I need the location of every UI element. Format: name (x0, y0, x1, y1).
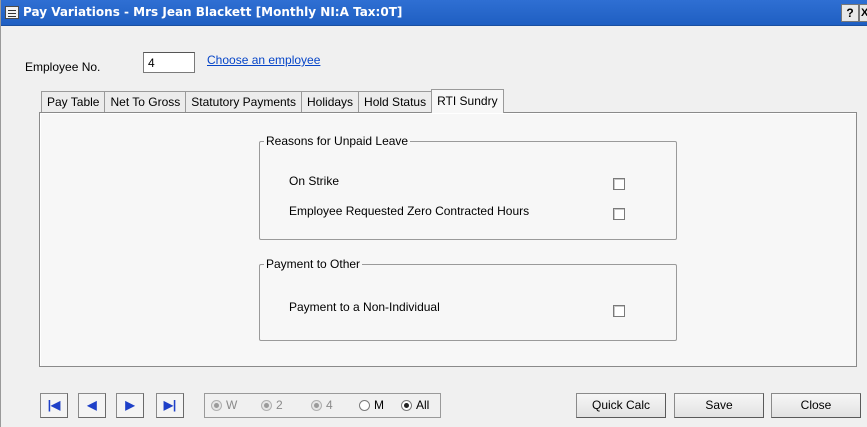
previous-record-button[interactable]: ◀ (78, 393, 106, 418)
payment-to-other-group: Payment to Other (259, 257, 677, 341)
radio-circle-icon (211, 399, 222, 411)
last-record-button[interactable]: ▶| (156, 393, 184, 418)
payment-to-other-legend: Payment to Other (266, 257, 361, 271)
pay-variations-window: Pay Variations - Mrs Jean Blackett [Mont… (0, 0, 867, 427)
on-strike-label: On Strike (289, 174, 340, 188)
tab-rti-sundry[interactable]: RTI Sundry (431, 89, 504, 113)
frequency-radio-weekly[interactable]: W (211, 398, 237, 412)
frequency-radio-monthly[interactable]: M (359, 398, 384, 412)
on-strike-checkbox[interactable] (613, 178, 625, 190)
window-close-button[interactable]: X (859, 4, 867, 22)
rti-sundry-panel: Reasons for Unpaid Leave On Strike Emplo… (39, 112, 857, 367)
window-app-icon (5, 6, 19, 19)
next-record-button[interactable]: ▶ (116, 393, 144, 418)
unpaid-leave-legend: Reasons for Unpaid Leave (266, 134, 409, 148)
pay-frequency-filter: W 2 4 M All (204, 393, 441, 418)
radio-circle-icon (311, 399, 322, 411)
title-bar[interactable]: Pay Variations - Mrs Jean Blackett [Mont… (1, 0, 867, 26)
frequency-radio-all[interactable]: All (401, 398, 429, 412)
frequency-radio-4weekly[interactable]: 4 (311, 398, 333, 412)
first-record-button[interactable]: |◀ (40, 393, 68, 418)
tab-pay-table[interactable]: Pay Table (41, 91, 106, 113)
window-title: Pay Variations - Mrs Jean Blackett [Mont… (23, 5, 403, 19)
radio-circle-icon (261, 399, 272, 411)
tab-net-to-gross[interactable]: Net To Gross (104, 91, 187, 113)
tab-hold-status[interactable]: Hold Status (358, 91, 433, 113)
help-button[interactable]: ? (841, 4, 859, 22)
non-individual-checkbox[interactable] (613, 305, 625, 317)
tab-strip: Pay Table Net To Gross Statutory Payment… (41, 89, 504, 113)
choose-employee-link[interactable]: Choose an employee (207, 53, 320, 67)
frequency-radio-2weekly[interactable]: 2 (261, 398, 283, 412)
radio-selected-icon (401, 399, 412, 411)
zero-hours-checkbox[interactable] (613, 208, 625, 220)
employee-no-label: Employee No. (25, 60, 101, 74)
non-individual-label: Payment to a Non-Individual (289, 300, 440, 314)
zero-hours-label: Employee Requested Zero Contracted Hours (289, 204, 530, 218)
quick-calc-button[interactable]: Quick Calc (576, 393, 666, 418)
employee-no-input[interactable] (143, 52, 195, 73)
close-button[interactable]: Close (771, 393, 861, 418)
tab-holidays[interactable]: Holidays (301, 91, 360, 113)
tab-statutory-payments[interactable]: Statutory Payments (185, 91, 303, 113)
radio-circle-icon (359, 399, 370, 411)
save-button[interactable]: Save (674, 393, 764, 418)
